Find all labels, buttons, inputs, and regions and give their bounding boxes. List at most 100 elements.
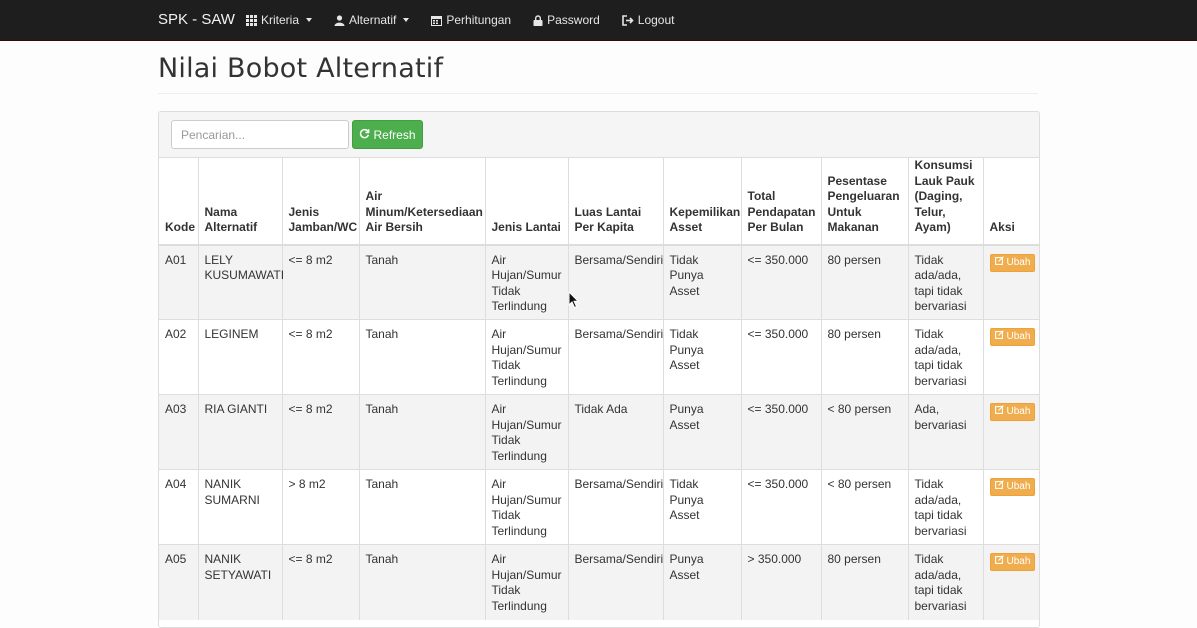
table-cell: Air Hujan/Sumur Tidak Terlindung	[485, 394, 569, 470]
table-cell: Air Hujan/Sumur Tidak Terlindung	[485, 469, 569, 545]
column-header[interactable]: Jenis Lantai	[485, 158, 569, 246]
table-cell: Tidak ada/ada, tapi tidak bervariasi	[908, 319, 984, 395]
edit-button[interactable]: Ubah	[989, 553, 1036, 571]
table-cell: RIA GIANTI	[198, 394, 283, 470]
table-cell: Air Hujan/Sumur Tidak Terlindung	[485, 319, 569, 395]
table-cell: LELY KUSUMAWATI	[198, 244, 284, 320]
table-cell: <= 8 m2	[282, 244, 360, 320]
mouse-cursor-icon	[568, 290, 580, 312]
table-cell: 80 persen	[821, 244, 909, 320]
calendar-icon	[431, 15, 443, 26]
column-header[interactable]: Nama Alternatif	[198, 158, 283, 246]
navbar-menu: Kriteria Alternatif Perhitungan Password	[246, 0, 696, 40]
nav-item-alternatif[interactable]: Alternatif	[334, 0, 410, 40]
table-row: A02 LEGINEM <= 8 m2 Tanah Air Hujan/Sumur Ti…	[159, 319, 1039, 395]
table-cell: A05	[159, 544, 199, 620]
nav-item-kriteria[interactable]: Kriteria	[246, 0, 313, 40]
action-cell: Ubah	[983, 319, 1039, 395]
table-cell: Tidak Punya Asset	[663, 244, 742, 320]
navbar-brand[interactable]: SPK - SAW	[158, 0, 235, 40]
edit-button[interactable]: Ubah	[989, 478, 1036, 496]
column-header[interactable]: Total Pendapatan Per Bulan	[741, 158, 822, 246]
table-cell: Tanah	[359, 244, 486, 320]
edit-label: Ubah	[1006, 256, 1031, 268]
table-cell: Punya Asset	[663, 544, 742, 620]
table-cell: <= 350.000	[741, 244, 822, 320]
panel-toolbar: Refresh	[159, 112, 1039, 158]
edit-button[interactable]: Ubah	[989, 253, 1036, 272]
edit-icon	[994, 554, 1004, 570]
table-cell: Tidak Punya Asset	[663, 319, 742, 395]
table-cell: LEGINEM	[198, 319, 283, 395]
table-cell: Tanah	[359, 319, 486, 395]
table-cell: A04	[159, 469, 199, 545]
logout-icon	[621, 14, 634, 26]
grid-icon	[246, 14, 257, 26]
table-cell: Tidak Ada	[568, 394, 664, 470]
table-cell: NANIK SUMARNI	[198, 469, 283, 545]
action-cell: Ubah	[983, 394, 1039, 470]
edit-button[interactable]: Ubah	[989, 328, 1036, 346]
edit-label: Ubah	[1006, 481, 1031, 493]
table-cell: Air Hujan/Sumur Tidak Terlindung	[485, 244, 569, 320]
page-title: Nilai Bobot Alternatif	[158, 53, 444, 84]
edit-icon	[994, 329, 1004, 345]
table-cell: < 80 persen	[821, 394, 909, 470]
table-cell: A03	[159, 394, 199, 470]
lock-icon	[533, 14, 543, 26]
table-row: A03 RIA GIANTI <= 8 m2 Tanah Air Hujan/Sumur…	[159, 394, 1039, 470]
user-icon	[334, 14, 345, 26]
table-cell: A02	[159, 319, 199, 395]
alternatif-table: Kode Nama Alternatif Jenis Jamban/WC Air…	[159, 158, 1039, 620]
table-cell: Tidak ada/ada, tapi tidak bervariasi	[908, 469, 984, 545]
table-body: A01 LELY KUSUMAWATI <= 8 m2 Tanah Air Hujan/…	[159, 244, 1039, 620]
column-header[interactable]: Kode	[159, 158, 199, 246]
column-header[interactable]: Air Minum/Ketersediaan Air Bersih	[359, 158, 486, 246]
table-cell: 80 persen	[821, 544, 909, 620]
edit-label: Ubah	[1006, 406, 1031, 418]
table-cell: NANIK SETYAWATI	[198, 544, 283, 620]
table-cell: Tidak Punya Asset	[663, 469, 742, 545]
action-cell: Ubah	[983, 244, 1039, 320]
edit-icon	[994, 255, 1004, 271]
table-cell: Tidak ada/ada, tapi tidak bervariasi	[908, 544, 984, 620]
search-input[interactable]	[171, 120, 349, 149]
table-cell: 80 persen	[821, 319, 909, 395]
top-navbar: SPK - SAW Kriteria Alternatif Perhitunga…	[0, 0, 1197, 41]
nav-item-logout[interactable]: Logout	[621, 0, 675, 40]
edit-label: Ubah	[1006, 331, 1031, 343]
nav-item-label: Logout	[637, 13, 675, 27]
edit-label: Ubah	[1006, 556, 1031, 568]
nav-item-label: Kriteria	[261, 13, 300, 27]
table-cell: > 350.000	[741, 544, 822, 620]
column-header[interactable]: Pesentase Pengeluaran Untuk Makanan	[821, 158, 909, 246]
column-header[interactable]: Konsumsi Lauk Pauk (Daging, Telur, Ayam)	[908, 158, 984, 246]
nav-item-password[interactable]: Password	[533, 0, 600, 40]
caret-down-icon	[306, 18, 313, 22]
edit-button[interactable]: Ubah	[989, 403, 1036, 421]
nav-item-label: Perhitungan	[446, 13, 512, 27]
table-cell: > 8 m2	[282, 469, 360, 545]
table-cell: Tanah	[359, 394, 486, 470]
table-row: A04 NANIK SUMARNI > 8 m2 Tanah Air Hujan/Sum…	[159, 469, 1039, 545]
nav-item-label: Password	[547, 13, 600, 27]
table-cell: A01	[159, 244, 199, 320]
table-cell: Air Hujan/Sumur Tidak Terlindung	[485, 544, 569, 620]
table-cell: <= 350.000	[741, 394, 822, 470]
edit-icon	[994, 479, 1004, 495]
column-header[interactable]: Kepemilikan Asset	[663, 158, 742, 246]
table-row: A01 LELY KUSUMAWATI <= 8 m2 Tanah Air Hujan/…	[159, 244, 1039, 320]
table-cell: Bersama/Sendiri	[568, 244, 664, 320]
table-cell: <= 8 m2	[282, 544, 360, 620]
table-cell: <= 8 m2	[282, 394, 360, 470]
column-header[interactable]: Jenis Jamban/WC	[282, 158, 360, 246]
table-cell: Tanah	[359, 469, 486, 545]
table-cell: Punya Asset	[663, 394, 742, 470]
column-header[interactable]: Luas Lantai Per Kapita	[568, 158, 664, 246]
nav-item-perhitungan[interactable]: Perhitungan	[431, 0, 511, 40]
table-cell: Tanah	[359, 544, 486, 620]
table-header-row: Kode Nama Alternatif Jenis Jamban/WC Air…	[159, 158, 1039, 246]
title-divider	[158, 93, 1038, 94]
refresh-button[interactable]: Refresh	[352, 120, 423, 149]
table-cell: Ada, bervariasi	[908, 394, 984, 470]
